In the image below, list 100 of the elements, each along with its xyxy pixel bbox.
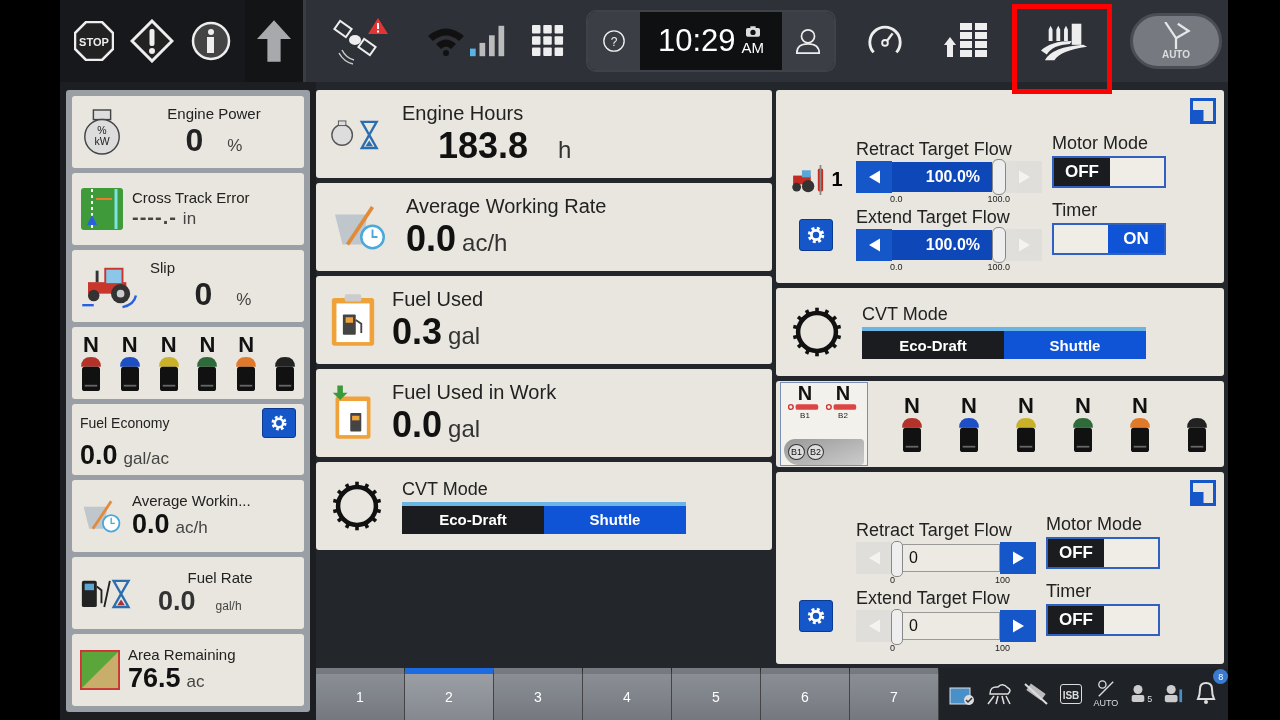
metric-title: Fuel Used in Work <box>392 380 557 404</box>
decrease-button[interactable] <box>856 160 892 193</box>
lever-icon <box>1070 416 1096 453</box>
page-tab[interactable]: 7 <box>850 668 939 720</box>
page-tab[interactable]: 3 <box>494 668 583 720</box>
metric-value: 0.0 <box>406 217 457 260</box>
resize-icon[interactable] <box>1190 98 1216 124</box>
metric-title: Fuel Used <box>392 287 484 311</box>
cloud-field-icon[interactable] <box>985 682 1012 706</box>
metric-value: 0.0 <box>132 509 170 541</box>
page-tab[interactable]: 1 <box>316 668 405 720</box>
metric-unit: in <box>182 208 197 229</box>
metric-unit: h <box>558 135 572 164</box>
slider-handle[interactable] <box>992 226 1006 263</box>
metric-unit: gal <box>448 321 481 350</box>
up-arrow-icon[interactable] <box>257 20 291 62</box>
settings-button[interactable] <box>799 600 833 632</box>
toggle-switch[interactable]: OFF <box>1046 604 1160 636</box>
gear-label: N <box>83 333 99 356</box>
field-crop-icon[interactable] <box>1041 21 1089 61</box>
metric-unit: ac <box>186 672 205 693</box>
cylinder-tag: B1 <box>800 410 810 420</box>
gear-label: N <box>1018 394 1034 417</box>
clock-time: 10:29 <box>657 23 736 59</box>
toggle-switch[interactable]: ON <box>1052 222 1166 255</box>
right-triangle-icon <box>1012 551 1024 565</box>
slider-fill: 100.0% <box>892 161 992 192</box>
toggle-label: Timer <box>1046 581 1093 602</box>
gear-label: N <box>160 333 177 356</box>
decrease-button[interactable] <box>856 610 892 642</box>
apps-grid-icon[interactable] <box>532 25 564 57</box>
page-tab[interactable]: 4 <box>583 668 672 720</box>
range-min: 0 <box>890 575 895 586</box>
toggle-switch[interactable]: OFF <box>1046 537 1160 569</box>
field-area-icon <box>80 650 120 691</box>
metric-unit: % <box>227 135 243 156</box>
card-title: CVT Mode <box>402 478 489 500</box>
gear-label: N <box>797 382 813 403</box>
joystick-panel[interactable]: N B1 N B2 B1 B2 <box>780 381 868 466</box>
page-tab[interactable]: 6 <box>761 668 850 720</box>
gear-label: N <box>121 333 138 356</box>
mode-option[interactable]: Eco-Draft <box>402 505 544 534</box>
gear-label: N <box>961 394 977 417</box>
gear-label: N <box>1075 394 1091 417</box>
slider-fill: 100.0% <box>892 229 992 260</box>
stop-sign-icon[interactable]: STOP <box>74 21 115 61</box>
metric-unit: gal/h <box>215 599 242 614</box>
isb-indicator[interactable]: ISB <box>1059 684 1083 704</box>
flow-value: 0 <box>909 617 918 635</box>
metric-unit: ac/h <box>175 518 208 539</box>
metric-title: Average Workin... <box>132 492 252 510</box>
user-button[interactable] <box>782 12 834 70</box>
metric-value: 0.0 <box>158 586 196 618</box>
lever-icon <box>956 416 982 453</box>
slider-handle[interactable] <box>891 609 903 645</box>
flow-label: Retract Target Flow <box>856 138 1013 160</box>
right-triangle-icon <box>1012 619 1024 633</box>
metric-value: 0.0 <box>392 403 443 446</box>
satellite-warning-icon <box>330 16 390 66</box>
mode-option[interactable]: Shuttle <box>1004 331 1146 359</box>
metric-unit: gal <box>448 414 481 443</box>
auto-indicator[interactable]: AUTO <box>1093 680 1119 708</box>
wifi-icon <box>426 26 466 56</box>
settings-button[interactable] <box>799 218 833 251</box>
slider-handle[interactable] <box>891 541 903 577</box>
left-triangle-icon <box>868 237 880 252</box>
cylinder-tag: B2 <box>838 410 848 420</box>
mode-option[interactable]: Shuttle <box>544 505 686 534</box>
warning-icon[interactable] <box>130 19 175 63</box>
range-max: 100 <box>994 643 1010 654</box>
toggle-label: Timer <box>1052 199 1099 221</box>
arrow-list-icon[interactable] <box>944 23 990 59</box>
flow-label: Retract Target Flow <box>856 520 1013 541</box>
range-max: 100.0 <box>987 193 1010 205</box>
toggle-label: Motor Mode <box>1052 132 1150 154</box>
resize-icon[interactable] <box>1190 479 1216 506</box>
toggle-label: Motor Mode <box>1046 514 1144 535</box>
implement-count: 5 <box>1147 694 1153 704</box>
gear-label: N <box>835 382 851 403</box>
gear-label: N <box>904 394 920 417</box>
info-icon[interactable] <box>190 21 231 61</box>
metric-title: Area Remaining <box>128 646 237 664</box>
lever-icon <box>272 355 298 392</box>
settings-button[interactable] <box>262 407 296 438</box>
mode-option[interactable]: Eco-Draft <box>862 331 1004 359</box>
page-tab[interactable]: 5 <box>672 668 761 720</box>
implement-info-icon[interactable] <box>1163 684 1184 704</box>
lever-icon <box>1127 416 1153 453</box>
flow-label: Extend Target Flow <box>856 588 1011 609</box>
increase-button[interactable] <box>1000 610 1036 642</box>
camera-icon[interactable] <box>745 26 760 37</box>
toggle-switch[interactable]: OFF <box>1052 155 1166 188</box>
decrease-button[interactable] <box>856 228 892 261</box>
decrease-button[interactable] <box>856 542 892 574</box>
increase-button[interactable] <box>1000 542 1036 574</box>
metric-unit: % <box>236 289 252 310</box>
metric-value: 0.0 <box>80 439 118 471</box>
metric-value: 0 <box>194 275 213 313</box>
slider-handle[interactable] <box>992 158 1006 195</box>
help-button[interactable]: ? <box>588 12 640 70</box>
